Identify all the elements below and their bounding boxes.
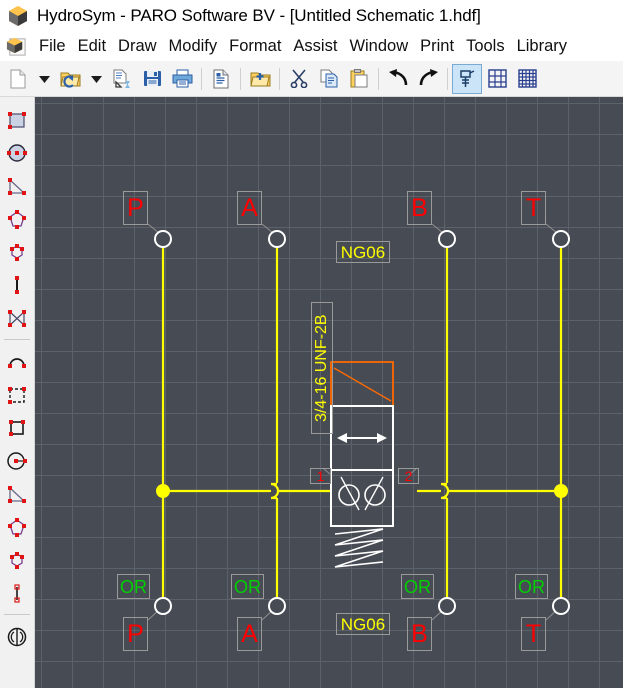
port-label-t-bottom[interactable]: T [521,617,546,651]
drawing-tools-rail [0,97,35,688]
arc-tool-icon[interactable] [2,345,32,378]
chevron-down-icon[interactable] [85,64,107,94]
copy-icon[interactable] [314,64,344,94]
menu-print[interactable]: Print [414,36,460,57]
rectangle-tool-icon[interactable] [2,103,32,136]
segment-tool-icon[interactable] [2,576,32,609]
circle-tool-icon[interactable] [2,136,32,169]
port-circle-p-bottom [154,597,172,615]
polygon-5b-tool-icon[interactable] [2,510,32,543]
port-label-p-top[interactable]: P [123,191,148,225]
toolbar-separator [240,67,241,90]
menu-window[interactable]: Window [343,36,414,57]
menu-bar: File Edit Draw Modify Format Assist Wind… [0,32,623,61]
port-circle-p-top [154,230,172,248]
thread-spec-label[interactable]: 3/4-16 UNF-2B [311,302,333,434]
valve-symbol[interactable] [330,361,394,568]
or-label-a[interactable]: OR [231,574,264,599]
polygon-5-tool-icon[interactable] [2,202,32,235]
grid-fine-icon[interactable] [512,64,542,94]
size-label-top[interactable]: NG06 [336,241,390,263]
document-properties-icon[interactable] [206,64,236,94]
undo-arrow-icon[interactable] [383,64,413,94]
menu-tools[interactable]: Tools [460,36,511,57]
open-add-folder-icon[interactable] [245,64,275,94]
port-circle-t-top [552,230,570,248]
toolbar-separator [447,67,448,90]
port-circle-a-bottom [268,597,286,615]
or-label-p[interactable]: OR [117,574,150,599]
schematic-canvas[interactable]: P A B T OR OR OR OR P A B T NG06 NG06 3/… [35,97,623,688]
cut-scissors-icon[interactable] [284,64,314,94]
window-title: HydroSym - PARO Software BV - [Untitled … [37,6,481,25]
triangle-tool-icon[interactable] [2,169,32,202]
circle-radius-tool-icon[interactable] [2,444,32,477]
hydrosym-hex-logo-icon [6,36,27,57]
port-label-a-bottom[interactable]: A [237,617,262,651]
snap-tool-icon[interactable] [452,63,482,94]
menu-edit[interactable]: Edit [72,36,112,57]
polygon-6b-tool-icon[interactable] [2,543,32,576]
return-spring [334,528,384,568]
menu-modify[interactable]: Modify [163,36,224,57]
toolbar-separator [279,67,280,90]
new-document-icon[interactable] [3,64,33,94]
grid-coarse-icon[interactable] [482,64,512,94]
title-bar: HydroSym - PARO Software BV - [Untitled … [0,0,623,32]
print-icon[interactable] [167,64,197,94]
valve-envelope-neutral [330,469,394,527]
or-label-t[interactable]: OR [515,574,548,599]
or-label-b[interactable]: OR [401,574,434,599]
import-document-icon[interactable] [107,64,137,94]
dashed-rectangle-tool-icon[interactable] [2,378,32,411]
chevron-down-icon[interactable] [33,64,55,94]
hydrosym-hex-logo-icon [7,5,29,27]
valve-port-number-2[interactable]: 2 [398,468,419,484]
port-label-b-bottom[interactable]: B [407,617,432,651]
square-tool-icon[interactable] [2,411,32,444]
open-folder-icon[interactable] [55,64,85,94]
main-toolbar [0,61,623,97]
menu-library[interactable]: Library [511,36,573,57]
port-label-a-top[interactable]: A [237,191,262,225]
right-triangle-tool-icon[interactable] [2,477,32,510]
port-circle-t-bottom [552,597,570,615]
application-window: HydroSym - PARO Software BV - [Untitled … [0,0,623,688]
paste-icon[interactable] [344,64,374,94]
port-label-b-top[interactable]: B [407,191,432,225]
menu-file[interactable]: File [33,36,72,57]
port-circle-b-top [438,230,456,248]
port-circle-b-bottom [438,597,456,615]
valve-envelope-shifted [330,405,394,471]
rail-separator [4,339,30,340]
toolbar-separator [201,67,202,90]
hydraulic-wires [161,242,563,602]
mirror-tool-icon[interactable] [2,620,32,653]
rail-separator [4,614,30,615]
menu-assist[interactable]: Assist [287,36,343,57]
line-vertical-tool-icon[interactable] [2,268,32,301]
menu-format[interactable]: Format [223,36,287,57]
junction-dot-p [156,484,170,498]
save-floppy-icon[interactable] [137,64,167,94]
port-circle-a-top [268,230,286,248]
size-label-bottom[interactable]: NG06 [336,613,390,635]
port-label-t-top[interactable]: T [521,191,546,225]
port-label-p-bottom[interactable]: P [123,617,148,651]
valve-port-number-1[interactable]: 1 [310,468,331,484]
polygon-6-tool-icon[interactable] [2,235,32,268]
junction-dot-t [554,484,568,498]
menu-draw[interactable]: Draw [112,36,163,57]
bowtie-tool-icon[interactable] [2,301,32,334]
solenoid-actuator [330,361,394,407]
toolbar-separator [378,67,379,90]
redo-arrow-icon[interactable] [413,64,443,94]
